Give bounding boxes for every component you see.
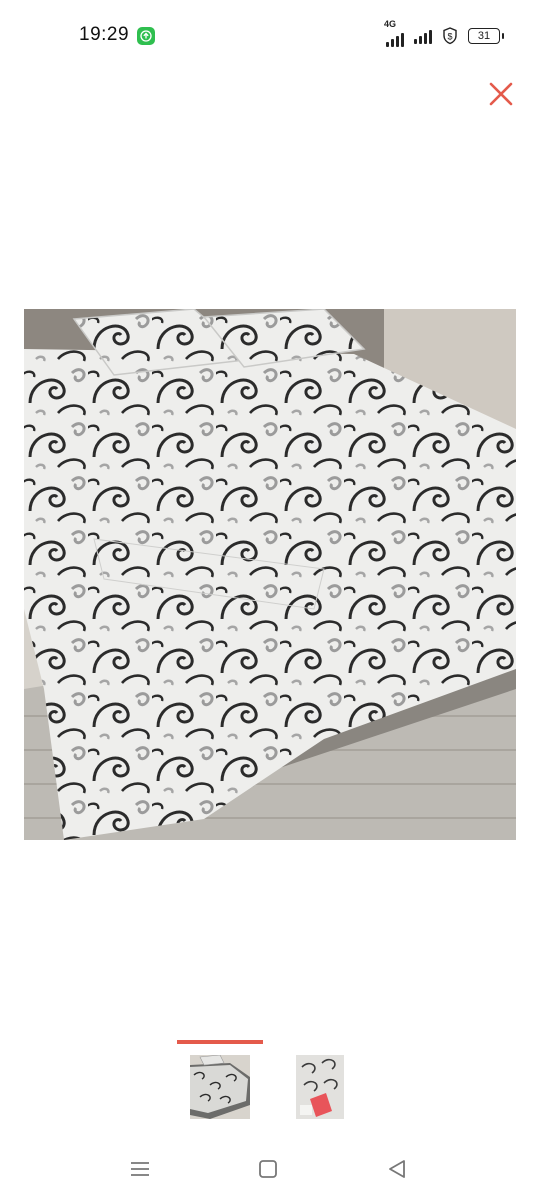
signal-4g-icon: 4G (384, 19, 404, 47)
back-triangle-icon (389, 1160, 405, 1178)
status-icons: 4G $ 31 (384, 19, 504, 48)
svg-text:$: $ (447, 32, 452, 42)
screen: 19:29 4G $ 31 (0, 0, 540, 1200)
upload-notification-icon (137, 27, 155, 45)
battery-icon: 31 (468, 28, 504, 44)
system-nav-bar (0, 1140, 540, 1200)
main-product-image[interactable] (24, 309, 516, 840)
menu-button[interactable] (126, 1155, 154, 1183)
home-button[interactable] (254, 1155, 282, 1183)
thumbnail-selected-indicator (177, 1040, 263, 1044)
network-label: 4G (384, 19, 397, 29)
close-button[interactable] (488, 81, 514, 107)
status-time: 19:29 (79, 24, 130, 45)
thumbnail-bed[interactable] (190, 1055, 250, 1119)
vpn-shield-icon: $ (442, 27, 458, 45)
thumbnail-package[interactable] (296, 1055, 344, 1119)
battery-level: 31 (477, 30, 491, 42)
home-square-icon (259, 1160, 277, 1178)
signal-icon (414, 28, 432, 44)
status-bar: 19:29 4G $ 31 (0, 0, 540, 72)
back-button[interactable] (383, 1155, 411, 1183)
menu-icon (131, 1162, 149, 1176)
close-icon (489, 82, 513, 106)
